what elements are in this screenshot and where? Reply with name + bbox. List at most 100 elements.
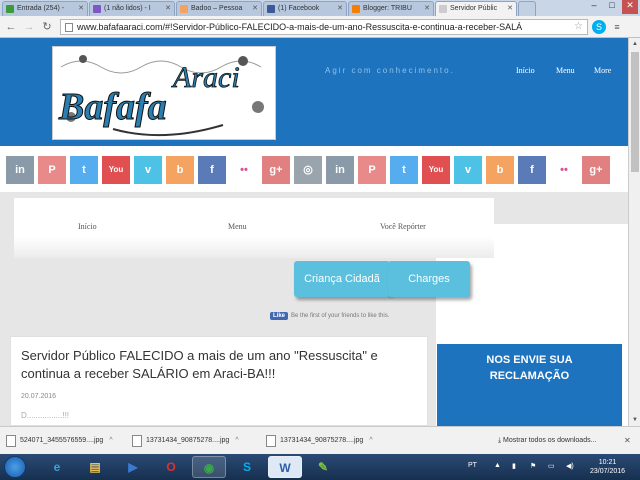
facebook-icon[interactable]: f [518,156,546,184]
scroll-up-icon[interactable]: ▲ [629,38,640,50]
site-tagline: Agir com conhecimento. [325,66,455,75]
menu-icon[interactable]: ≡ [610,20,624,34]
download-item[interactable]: 13731434_90875278....jpg ^ [262,431,388,451]
topnav-more-link[interactable]: More [594,66,611,75]
site-logo[interactable]: Araci Bafafa [52,46,276,140]
chrome-icon[interactable]: ◉ [192,456,226,478]
blogger-icon[interactable]: b [486,156,514,184]
system-clock[interactable]: 10:21 23/07/2016 [590,458,625,476]
complaint-widget: NOS ENVIE SUA RECLAMAÇÃO [437,344,622,426]
topnav-inicio-link[interactable]: Início [516,66,535,75]
show-hidden-icons-icon[interactable]: ▲ [494,462,501,469]
googleplus-icon[interactable]: g+ [582,156,610,184]
opera-icon[interactable]: O [154,456,188,478]
ie-icon[interactable]: e [40,456,74,478]
widget-title: NOS ENVIE SUA RECLAMAÇÃO [486,354,573,382]
forward-arrow-icon[interactable]: → [22,20,36,34]
skype-extension-icon[interactable]: S [592,20,606,34]
file-icon [132,435,142,447]
flickr-icon[interactable]: •• [230,156,258,184]
blog-post-card: Servidor Público FALECIDO a mais de um a… [10,336,428,426]
mail-favicon-icon [93,5,101,13]
network-icon[interactable]: ▮ [512,462,516,470]
scroll-down-icon[interactable]: ▼ [629,414,640,426]
menu-item-menu[interactable]: Menu [228,222,247,231]
page-scrollbar[interactable]: ▲ ▼ [628,38,640,426]
post-title[interactable]: Servidor Público FALECIDO a mais de um a… [21,347,421,383]
maximize-button[interactable]: □ [604,0,620,14]
close-window-button[interactable]: ✕ [622,0,638,14]
media-player-icon[interactable]: ▶ [116,456,150,478]
bookmark-star-icon[interactable]: ☆ [574,21,583,32]
language-indicator[interactable]: PT [468,462,477,469]
menu-item-voce-reporter[interactable]: Você Repórter [380,222,426,231]
youtube-icon[interactable]: You [422,156,450,184]
chevron-up-icon[interactable]: ^ [109,437,112,444]
topnav-menu-link[interactable]: Menu [556,66,575,75]
vimeo-icon[interactable]: v [454,156,482,184]
windows-taskbar: e ▤ ▶ O ◉ S W ✎ PT ▲ ▮ ⚑ ▭ ◀) 10:21 23/0… [0,454,640,480]
charges-button[interactable]: Charges [388,261,470,297]
facebook-icon[interactable]: f [198,156,226,184]
minimize-button[interactable]: – [586,0,602,14]
close-download-bar-icon[interactable]: ✕ [624,436,631,445]
linkedin-icon[interactable]: in [6,156,34,184]
file-icon [6,435,16,447]
twitter-icon[interactable]: t [390,156,418,184]
chevron-up-icon[interactable]: ^ [235,437,238,444]
close-tab-icon[interactable]: ✕ [165,4,171,12]
reload-icon[interactable]: ↻ [40,20,54,34]
power-icon[interactable]: ▭ [548,462,555,470]
menu-item-inicio[interactable]: Início [78,222,97,231]
back-arrow-icon[interactable]: ← [4,20,18,34]
word-icon[interactable]: W [268,456,302,478]
tab-yahoo-mail[interactable]: (1 não lidos) - I ✕ [89,1,175,16]
url-input[interactable]: www.bafafaaraci.com/#!Servidor-Público-F… [60,19,588,35]
page-icon [65,23,73,32]
chevron-up-icon[interactable]: ^ [369,437,372,444]
explorer-icon[interactable]: ▤ [78,456,112,478]
tab-gmail[interactable]: Entrada (254) - ✕ [2,1,88,16]
volume-icon[interactable]: ◀) [566,462,574,470]
blogger-favicon-icon [352,5,360,13]
twitter-icon[interactable]: t [70,156,98,184]
instagram-icon[interactable]: ◎ [294,156,322,184]
sketch-app-icon[interactable]: ✎ [306,456,340,478]
page-favicon-icon [439,5,447,13]
download-bar: 524071_3455576559....jpg ^ 13731434_90875… [0,426,640,454]
badoo-favicon-icon [180,5,188,13]
googleplus-icon[interactable]: g+ [262,156,290,184]
tab-servidor-publico[interactable]: Servidor Públic ✕ [435,1,517,16]
close-tab-icon[interactable]: ✕ [507,4,513,12]
flag-icon[interactable]: ⚑ [530,462,536,470]
vimeo-icon[interactable]: v [134,156,162,184]
tab-facebook[interactable]: (1) Facebook ✕ [263,1,347,16]
facebook-like-box: Like Be the first of your friends to like… [270,312,389,320]
flickr-icon[interactable]: •• [550,156,578,184]
crianca-cidada-button[interactable]: Criança Cidadã [294,261,390,297]
tab-badoo[interactable]: Badoo – Pessoa ✕ [176,1,262,16]
start-button[interactable] [4,456,26,478]
linkedin-icon[interactable]: in [326,156,354,184]
scrollbar-thumb[interactable] [631,52,639,172]
site-header: Araci Bafafa Agir com conhecimento. Iníc… [0,38,628,146]
close-tab-icon[interactable]: ✕ [78,4,84,12]
download-item[interactable]: 524071_3455576559....jpg ^ [2,431,124,451]
pinterest-icon[interactable]: P [38,156,66,184]
close-tab-icon[interactable]: ✕ [424,4,430,12]
tab-blogger[interactable]: Blogger: TRIBU ✕ [348,1,434,16]
close-tab-icon[interactable]: ✕ [337,4,343,12]
svg-text:Bafafa: Bafafa [58,86,167,128]
tab-bar: Entrada (254) - ✕ (1 não lidos) - I ✕ Bad… [0,0,640,16]
close-tab-icon[interactable]: ✕ [252,4,258,12]
youtube-icon[interactable]: You [102,156,130,184]
skype-icon[interactable]: S [230,456,264,478]
post-snippet: D................!!! [21,411,70,420]
pinterest-icon[interactable]: P [358,156,386,184]
facebook-like-button[interactable]: Like [270,312,289,320]
download-item[interactable]: 13731434_90875278....jpg ^ [128,431,254,451]
show-all-downloads-link[interactable]: ⤓ Mostrar todos os downloads... [498,437,596,445]
file-icon [266,435,276,447]
new-tab-button[interactable] [518,1,536,16]
blogger-icon[interactable]: b [166,156,194,184]
